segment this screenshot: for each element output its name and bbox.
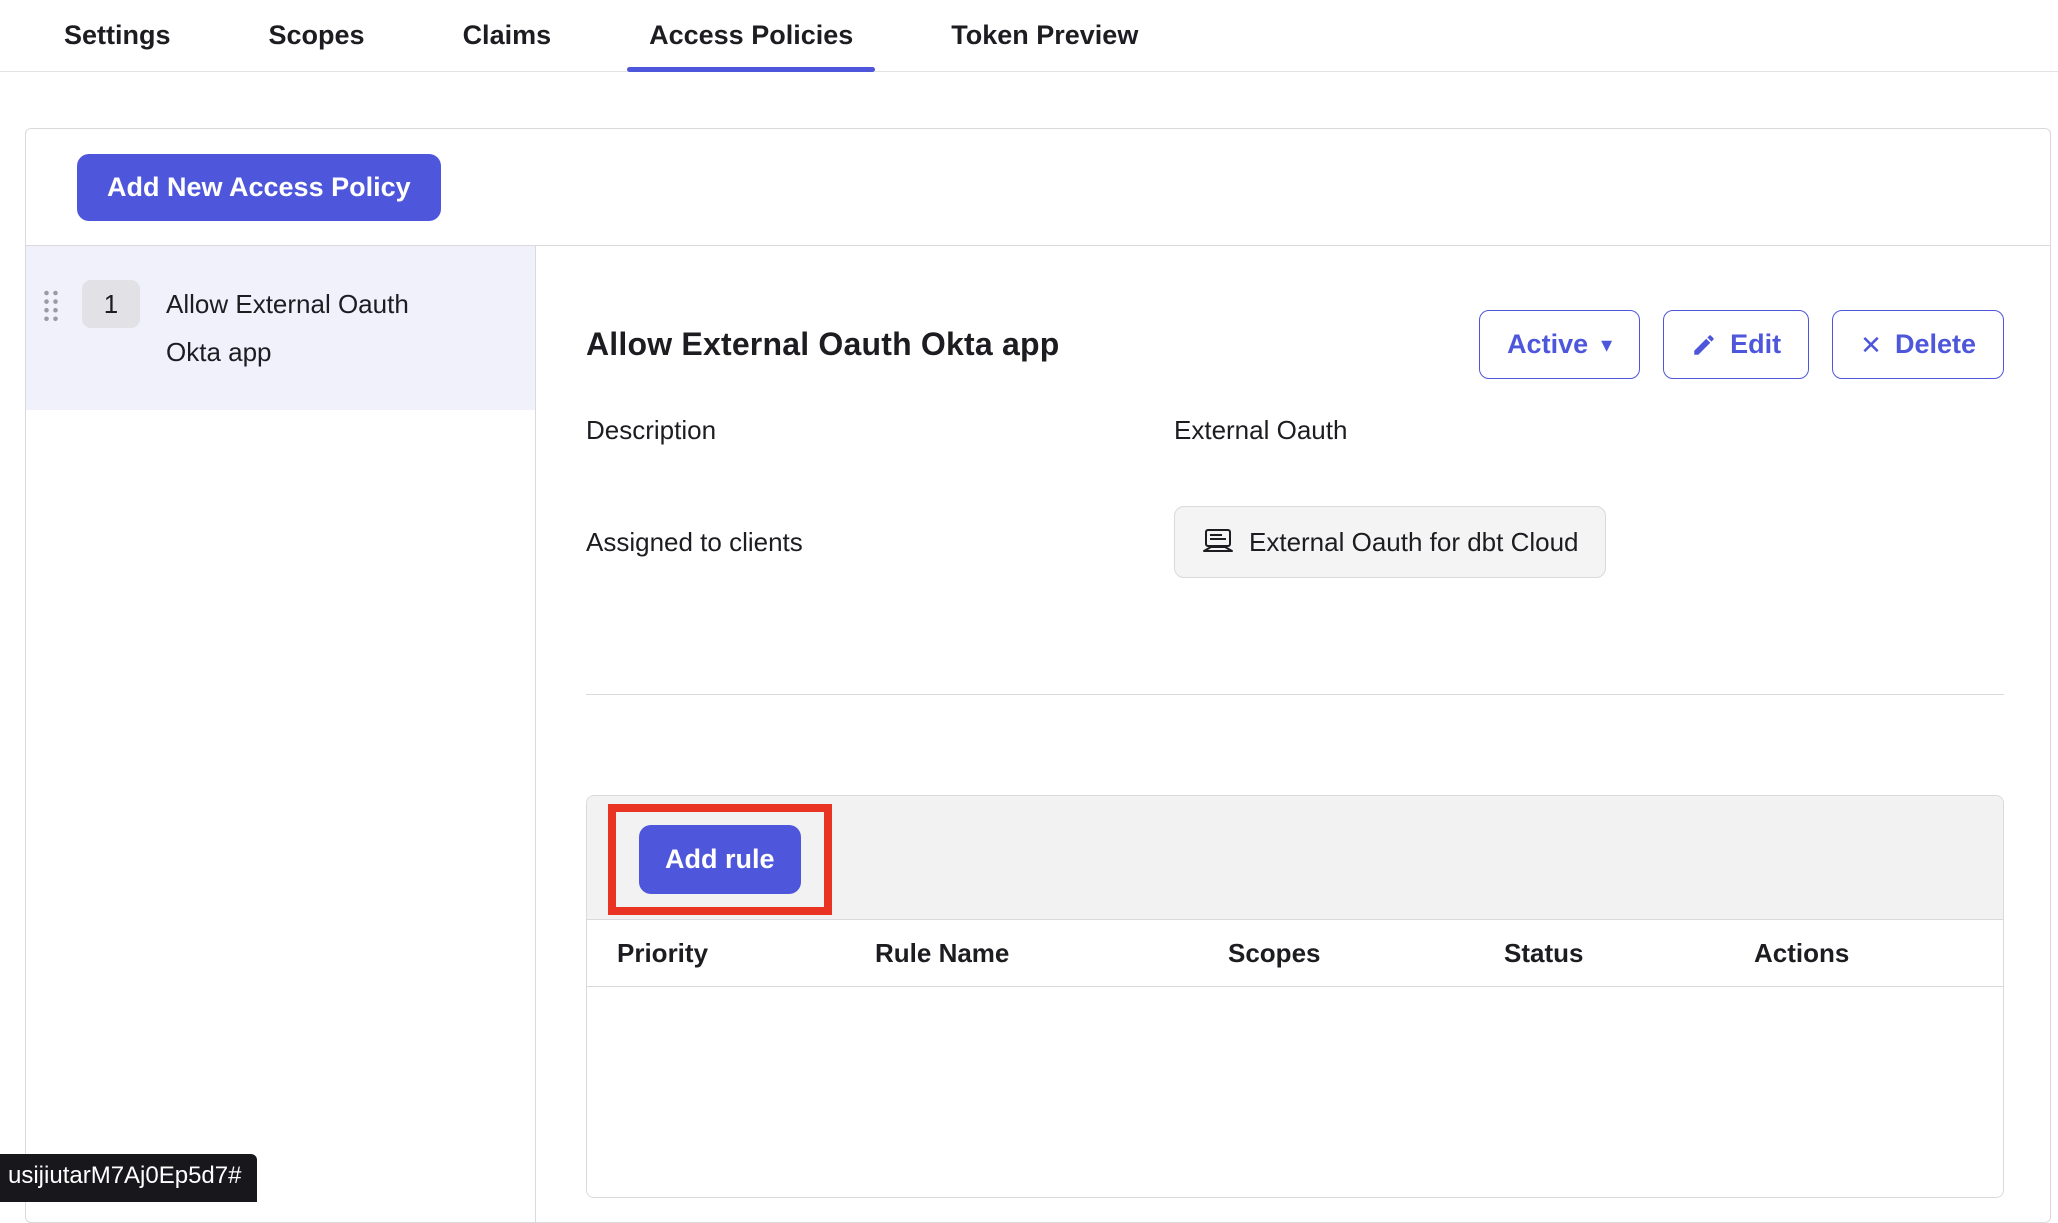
edit-button-label: Edit: [1730, 329, 1781, 360]
tab-settings[interactable]: Settings: [64, 0, 171, 71]
tab-access-policies[interactable]: Access Policies: [649, 0, 853, 71]
add-rule-button[interactable]: Add rule: [639, 825, 801, 894]
edit-icon: [1691, 332, 1717, 358]
rules-section: Add rule Priority Rule Name Scopes Statu…: [586, 795, 2004, 1198]
caret-down-icon: ▾: [1601, 334, 1612, 356]
add-new-access-policy-button[interactable]: Add New Access Policy: [77, 154, 441, 221]
tab-token-preview[interactable]: Token Preview: [951, 0, 1138, 71]
status-dropdown-label: Active: [1507, 329, 1588, 360]
client-chip-label: External Oauth for dbt Cloud: [1249, 527, 1579, 558]
access-policies-panel: Add New Access Policy: [25, 128, 2051, 1223]
tab-claims[interactable]: Claims: [463, 0, 552, 71]
column-scopes: Scopes: [1228, 938, 1504, 969]
policy-priority-badge: 1: [82, 280, 140, 328]
link-preview-status-bar: usijiutarM7Aj0Ep5d7#: [0, 1154, 257, 1202]
rules-toolbar: Add rule: [587, 796, 2003, 920]
assigned-clients-value: External Oauth for dbt Cloud: [1174, 506, 2004, 578]
policy-actions: Active ▾ Edit ✕: [1479, 310, 2004, 379]
screen: Settings Scopes Claims Access Policies T…: [0, 0, 2058, 72]
policy-list: 1 Allow External Oauth Okta app: [26, 246, 536, 1222]
policy-detail: Allow External Oauth Okta app Active ▾: [536, 246, 2050, 1222]
column-actions: Actions: [1754, 938, 2003, 969]
description-value: External Oauth: [1174, 415, 2004, 446]
annotation-highlight-box: Add rule: [608, 804, 832, 915]
rules-table-header: Priority Rule Name Scopes Status Actions: [587, 920, 2003, 987]
client-chip[interactable]: External Oauth for dbt Cloud: [1174, 506, 1606, 578]
delete-icon: ✕: [1860, 332, 1882, 358]
column-status: Status: [1504, 938, 1754, 969]
delete-button[interactable]: ✕ Delete: [1832, 310, 2004, 379]
tab-bar: Settings Scopes Claims Access Policies T…: [0, 0, 2058, 72]
assigned-to-clients-label: Assigned to clients: [586, 527, 1174, 558]
status-dropdown-button[interactable]: Active ▾: [1479, 310, 1640, 379]
section-divider: [586, 694, 2004, 695]
tab-scopes[interactable]: Scopes: [269, 0, 365, 71]
policy-name: Allow External Oauth Okta app: [166, 280, 461, 376]
policy-list-item[interactable]: 1 Allow External Oauth Okta app: [26, 246, 535, 410]
monitor-icon: [1201, 527, 1235, 557]
policy-detail-header: Allow External Oauth Okta app Active ▾: [586, 310, 2004, 379]
policies-body: 1 Allow External Oauth Okta app Allow Ex…: [26, 246, 2050, 1222]
edit-button[interactable]: Edit: [1663, 310, 1809, 379]
description-label: Description: [586, 415, 1174, 446]
policy-fields: Description External Oauth Assigned to c…: [586, 415, 2004, 578]
delete-button-label: Delete: [1895, 329, 1976, 360]
drag-handle-icon[interactable]: [42, 289, 60, 323]
policy-title: Allow External Oauth Okta app: [586, 326, 1059, 363]
policies-toolbar: Add New Access Policy: [26, 129, 2050, 246]
column-priority: Priority: [617, 938, 875, 969]
column-rule-name: Rule Name: [875, 938, 1228, 969]
rules-empty-body: [587, 987, 2003, 1197]
